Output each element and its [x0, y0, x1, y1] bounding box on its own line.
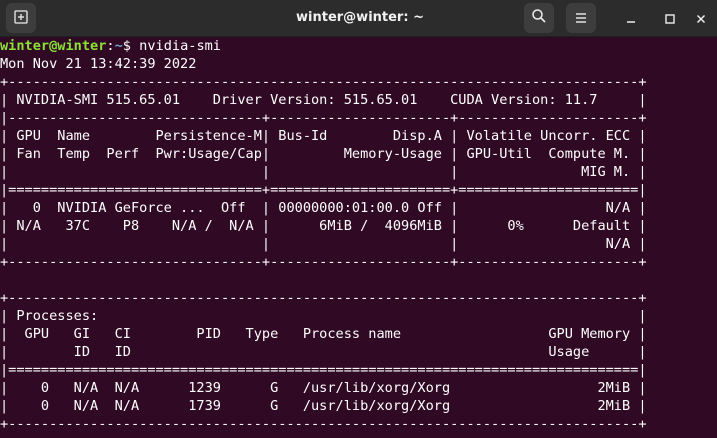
smi-table-line: |===============================+=======…	[0, 182, 647, 198]
smi-table-line: | 0 NVIDIA GeForce ... Off | 00000000:01…	[0, 200, 647, 216]
processes-table-line: | GPU GI CI PID Type Process name GPU Me…	[0, 326, 647, 342]
processes-table-line: | 0 N/A N/A 1739 G /usr/lib/xorg/Xorg 2M…	[0, 398, 647, 414]
search-icon	[531, 8, 547, 28]
minimize-icon	[626, 9, 636, 28]
processes-table-line: | 0 N/A N/A 1239 G /usr/lib/xorg/Xorg 2M…	[0, 380, 647, 396]
smi-table-line: +---------------------------------------…	[0, 74, 647, 90]
smi-table-line: | | | N/A |	[0, 236, 647, 252]
nvidia-smi-table: +---------------------------------------…	[0, 73, 717, 271]
smi-table-line: | | | MIG M. |	[0, 164, 647, 180]
terminal-area[interactable]: winter@winter:~$ nvidia-smi Mon Nov 21 13…	[0, 37, 717, 438]
maximize-icon	[665, 9, 675, 28]
menu-button[interactable]	[566, 3, 596, 33]
close-icon	[696, 9, 706, 28]
smi-table-line: |-------------------------------+-------…	[0, 110, 647, 126]
prompt-user-host: winter@winter	[0, 38, 107, 54]
search-button[interactable]	[524, 3, 554, 33]
maximize-button[interactable]	[659, 8, 681, 28]
window-title: winter@winter: ~	[296, 10, 424, 25]
processes-table-line: +---------------------------------------…	[0, 416, 647, 432]
smi-table-line: | N/A 37C P8 N/A / N/A | 6MiB / 4096MiB …	[0, 218, 647, 234]
smi-table-line: | GPU Name Persistence-M| Bus-Id Disp.A …	[0, 128, 647, 144]
prompt-separator: :	[106, 38, 115, 54]
processes-table: +---------------------------------------…	[0, 289, 717, 433]
minimize-button[interactable]	[620, 8, 642, 28]
processes-table-line: +---------------------------------------…	[0, 290, 647, 306]
smi-table-line: | Fan Temp Perf Pwr:Usage/Cap| Memory-Us…	[0, 146, 647, 162]
hamburger-menu-icon	[574, 9, 588, 28]
terminal-output: winter@winter:~$ nvidia-smi Mon Nov 21 13…	[0, 37, 717, 433]
title-bar: winter@winter: ~	[0, 0, 717, 37]
prompt-path: ~	[114, 38, 123, 54]
processes-table-line: | Processes: |	[0, 308, 647, 324]
timestamp-line: Mon Nov 21 13:42:39 2022	[0, 56, 197, 72]
prompt-command: nvidia-smi	[130, 38, 221, 54]
new-tab-icon	[14, 9, 28, 28]
processes-table-line: | ID ID Usage |	[0, 344, 647, 360]
close-button[interactable]	[690, 8, 712, 28]
processes-table-line: |=======================================…	[0, 362, 647, 378]
smi-table-line: +-------------------------------+-------…	[0, 254, 647, 270]
new-tab-button[interactable]	[6, 3, 36, 33]
prompt-symbol: $	[122, 38, 131, 54]
smi-table-line: | NVIDIA-SMI 515.65.01 Driver Version: 5…	[0, 92, 647, 108]
prompt-line: winter@winter:~$ nvidia-smi	[0, 37, 717, 55]
